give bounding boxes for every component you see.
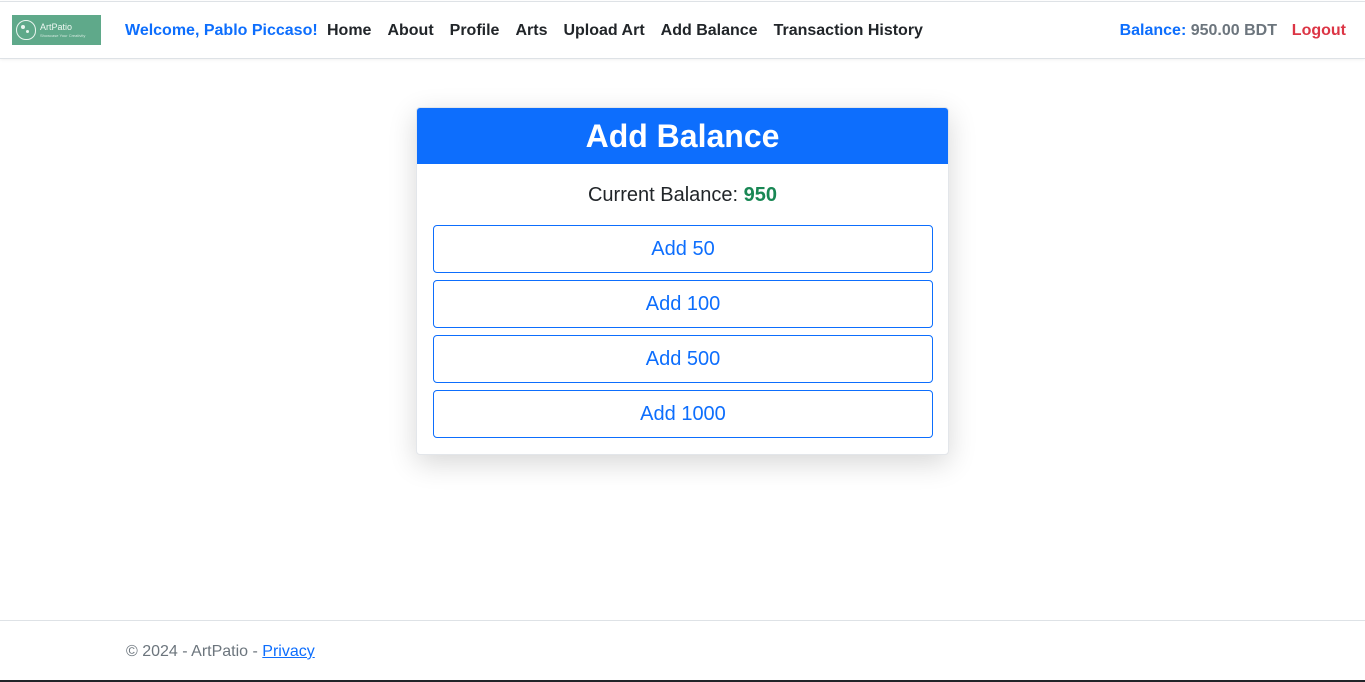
page: ArtPatio Showcase Your Creativity Welcom…: [0, 0, 1365, 682]
brand-name: ArtPatio: [40, 21, 73, 32]
current-balance: Current Balance: 950: [417, 184, 948, 207]
current-balance-label: Current Balance:: [587, 184, 739, 206]
balance-value: 950.00 BDT: [1190, 22, 1277, 39]
navbar-balance: Balance: 950.00 BDT: [1120, 22, 1277, 40]
brand-logo[interactable]: ArtPatio Showcase Your Creativity: [12, 15, 101, 45]
nav-link-transaction-history[interactable]: Transaction History: [774, 22, 923, 40]
page-footer: © 2024 - ArtPatio - Privacy: [0, 620, 1365, 682]
add-1000-button[interactable]: Add 1000: [433, 390, 933, 438]
nav-link-add-balance[interactable]: Add Balance: [661, 22, 758, 40]
add-50-button[interactable]: Add 50: [433, 225, 933, 273]
balance-label: Balance:: [1119, 22, 1187, 39]
nav-link-arts[interactable]: Arts: [515, 22, 547, 40]
footer-text: © 2024 - ArtPatio - Privacy: [126, 643, 315, 661]
palette-icon: [16, 20, 36, 40]
add-balance-card: Add Balance Current Balance: 950 Add 50 …: [416, 107, 949, 455]
privacy-link[interactable]: Privacy: [262, 643, 314, 660]
current-balance-amount: 950: [743, 184, 777, 206]
welcome-message: Welcome, Pablo Piccaso!: [125, 22, 318, 39]
card-title: Add Balance: [417, 108, 948, 164]
brand-tagline: Showcase Your Creativity: [40, 32, 86, 38]
nav-link-upload-art[interactable]: Upload Art: [563, 22, 644, 40]
logout-link[interactable]: Logout: [1292, 22, 1346, 40]
footer-copyright: © 2024 - ArtPatio -: [126, 643, 263, 660]
add-500-button[interactable]: Add 500: [433, 335, 933, 383]
nav-link-profile[interactable]: Profile: [450, 22, 500, 40]
brand-text: ArtPatio Showcase Your Creativity: [40, 21, 86, 38]
nav-link-home[interactable]: Home: [327, 22, 371, 40]
nav-links: Home About Profile Arts Upload Art Add B…: [327, 22, 939, 40]
add-amount-buttons: Add 50 Add 100 Add 500 Add 1000: [433, 225, 933, 445]
nav-link-about[interactable]: About: [387, 22, 433, 40]
add-100-button[interactable]: Add 100: [433, 280, 933, 328]
top-navbar: ArtPatio Showcase Your Creativity Welcom…: [0, 1, 1365, 59]
